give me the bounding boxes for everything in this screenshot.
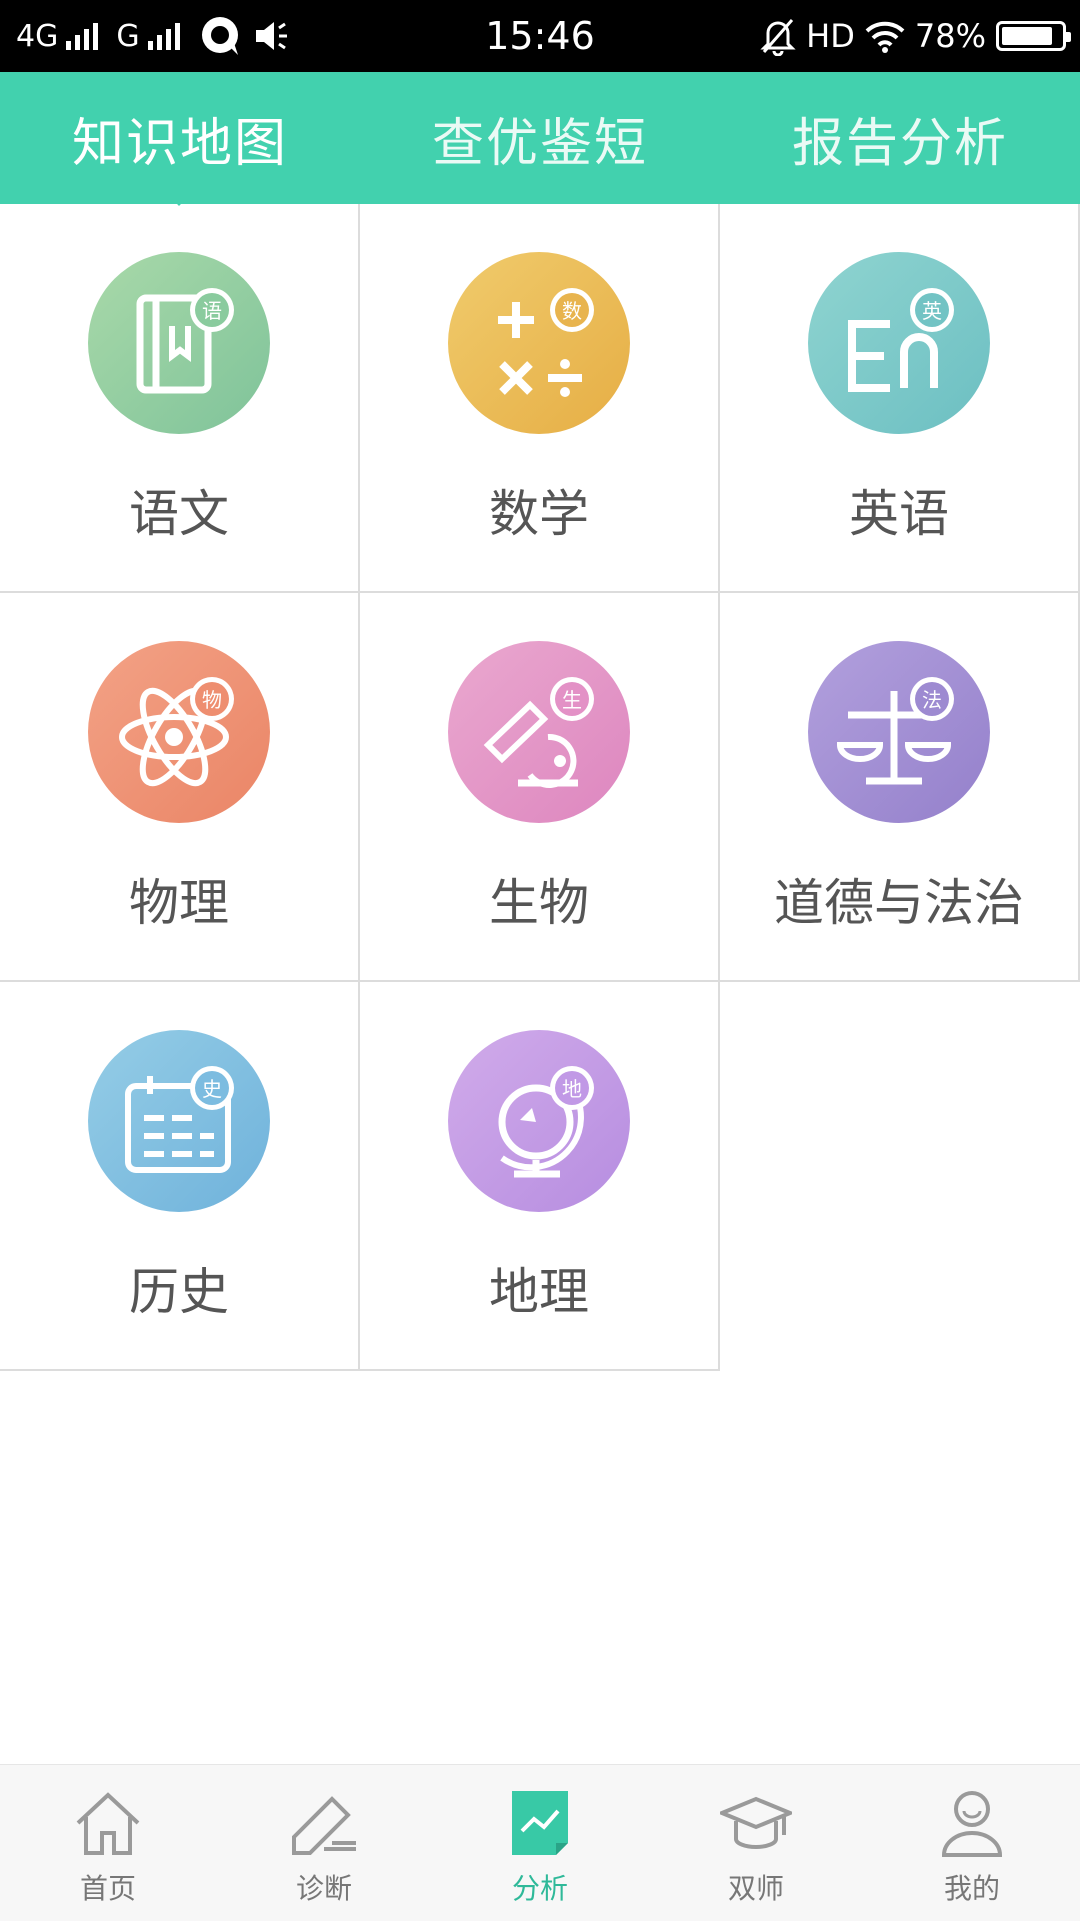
svg-text:物: 物: [202, 688, 222, 712]
subject-label: 语文: [129, 485, 229, 543]
edit-icon: [292, 1796, 356, 1855]
microscope-icon: 生: [448, 641, 630, 823]
tab-check-strengths[interactable]: 查优鉴短: [360, 72, 720, 204]
signal-icon: [66, 22, 99, 50]
bottom-nav: 首页 诊断 分析 双师 我的: [0, 1764, 1080, 1921]
subject-label: 地理: [489, 1263, 589, 1321]
tab-knowledge-map[interactable]: 知识地图: [0, 72, 360, 204]
subject-label: 物理: [129, 874, 229, 932]
speaker-icon: [255, 22, 287, 50]
hd-indicator: HD: [806, 17, 855, 55]
globe-icon: 地: [448, 1030, 630, 1212]
math-operators-icon: 数: [448, 252, 630, 434]
calendar-icon: 史: [88, 1030, 270, 1212]
svg-text:语: 语: [202, 299, 222, 323]
subject-label: 数学: [489, 485, 589, 543]
svg-text:法: 法: [922, 688, 942, 712]
mute-bell-icon: [760, 19, 796, 56]
user-icon: [941, 1791, 1003, 1857]
battery-percent: 78%: [914, 17, 986, 55]
subject-english[interactable]: 英 英语: [720, 204, 1080, 593]
subject-morality-law[interactable]: 法 道德与法治: [720, 593, 1080, 982]
nav-label: 诊断: [295, 1872, 352, 1905]
nav-dual-teacher[interactable]: 双师: [648, 1765, 864, 1921]
status-left: 4G G: [16, 0, 292, 72]
tab-report-analysis[interactable]: 报告分析: [720, 72, 1080, 204]
subject-history[interactable]: 史 历史: [0, 982, 360, 1371]
subject-label: 英语: [849, 485, 949, 543]
network-type-secondary: G: [116, 18, 140, 54]
nav-label: 分析: [511, 1872, 568, 1905]
svg-text:地: 地: [562, 1077, 582, 1101]
subject-geography[interactable]: 地 地理: [360, 982, 720, 1371]
subject-grid: 语 语文 数 数学 英 英语 物 物理 生 生物 法 道德与法治 史 历史 地 …: [0, 204, 1080, 1371]
subject-label: 历史: [129, 1263, 229, 1321]
network-type-primary: 4G: [16, 18, 59, 54]
atom-icon: 物: [88, 641, 270, 823]
scales-icon: 法: [808, 641, 990, 823]
analysis-chart-icon: [512, 1791, 568, 1855]
book-icon: 语: [88, 252, 270, 434]
graduation-cap-icon: [720, 1796, 792, 1849]
chat-notification-icon: [201, 17, 238, 55]
subject-physics[interactable]: 物 物理: [0, 593, 360, 982]
svg-text:英: 英: [922, 299, 942, 323]
nav-home[interactable]: 首页: [0, 1765, 216, 1921]
subject-label: 生物: [489, 874, 589, 932]
signal-icon-secondary: [147, 22, 180, 50]
svg-text:生: 生: [562, 688, 582, 712]
nav-diagnosis[interactable]: 诊断: [216, 1765, 432, 1921]
subject-math[interactable]: 数 数学: [360, 204, 720, 593]
nav-label: 首页: [79, 1872, 136, 1905]
en-letters-icon: 英: [808, 252, 990, 434]
nav-label: 双师: [727, 1872, 784, 1905]
home-icon: [76, 1792, 140, 1855]
svg-text:史: 史: [202, 1077, 222, 1101]
nav-analysis[interactable]: 分析: [432, 1765, 648, 1921]
nav-label: 我的: [943, 1872, 1000, 1905]
status-right: HD 78%: [760, 0, 1071, 72]
subject-chinese[interactable]: 语 语文: [0, 204, 360, 593]
wifi-icon: [865, 21, 905, 53]
active-tab-pointer: [160, 186, 198, 206]
subject-biology[interactable]: 生 生物: [360, 593, 720, 982]
status-bar: 4G G 15:46 HD 78%: [0, 0, 1080, 72]
top-tab-bar: 知识地图 查优鉴短 报告分析: [0, 72, 1080, 204]
subject-label: 道德与法治: [774, 874, 1024, 932]
nav-mine[interactable]: 我的: [864, 1765, 1080, 1921]
battery-icon: [996, 21, 1071, 51]
svg-text:数: 数: [562, 299, 582, 323]
